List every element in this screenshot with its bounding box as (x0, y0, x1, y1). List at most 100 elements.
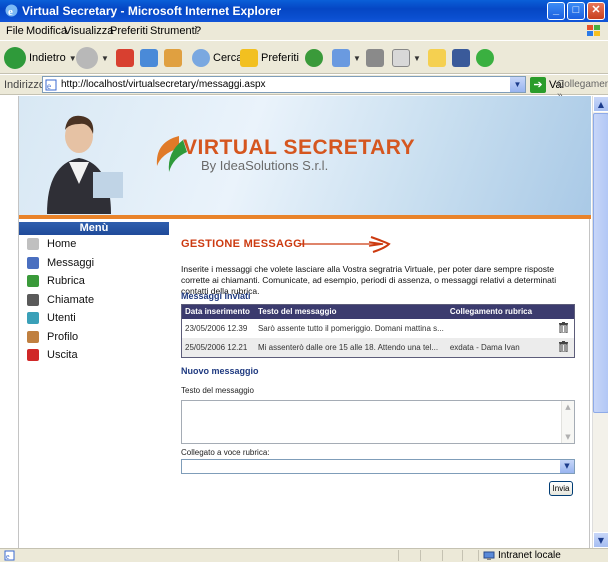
research-button[interactable] (452, 47, 470, 69)
menu-visualizza[interactable]: Visualizza (64, 25, 113, 37)
stop-icon (116, 49, 134, 67)
address-dropdown-icon[interactable]: ▼ (510, 77, 525, 92)
refresh-icon (140, 49, 158, 67)
status-divider (420, 550, 421, 561)
users-icon (27, 312, 39, 325)
discuss-button[interactable] (428, 47, 446, 69)
scroll-up-icon[interactable]: ▲ (593, 96, 608, 112)
sidebar-item-chiamate[interactable]: Chiamate (19, 291, 169, 310)
menu-bar: File Modifica Visualizza Preferiti Strum… (0, 22, 608, 40)
sidebar-item-label: Utenti (47, 312, 76, 325)
scroll-up-icon[interactable]: ▲ (562, 401, 574, 413)
page-status-icon: e (4, 550, 15, 561)
cell-date: 25/05/2006 12.21 (181, 337, 255, 357)
main-content: GESTIONE MESSAGGI Inserite i messaggi ch… (171, 234, 589, 548)
stop-button[interactable] (116, 47, 134, 69)
site-banner: VIRTUAL SECRETARY By IdeaSolutions S.r.l… (19, 96, 591, 218)
sidebar-item-utenti[interactable]: Utenti (19, 309, 169, 328)
back-button[interactable]: Indietro ▼ (4, 47, 77, 69)
status-divider (398, 550, 399, 561)
favorites-button[interactable]: Preferiti (240, 47, 299, 69)
security-zone-label: Intranet locale (498, 550, 561, 561)
page-icon: e (45, 79, 57, 91)
svg-text:e: e (6, 552, 10, 561)
home-page-icon (164, 49, 182, 67)
send-button[interactable]: Invia (549, 481, 573, 496)
forward-dropdown-icon: ▼ (101, 53, 109, 63)
delete-button[interactable] (552, 337, 575, 357)
message-text-label: Testo del messaggio (181, 386, 254, 395)
menu-header: Menù (19, 222, 169, 235)
sidebar-item-label: Messaggi (47, 256, 95, 269)
sidebar-item-home[interactable]: Home (19, 235, 169, 254)
menu-preferiti[interactable]: Preferiti (110, 25, 148, 37)
sidebar-item-profilo[interactable]: Profilo (19, 328, 169, 347)
site-container: VIRTUAL SECRETARY By IdeaSolutions S.r.l… (18, 96, 591, 548)
favorites-label: Preferiti (261, 52, 299, 64)
menu-modifica[interactable]: Modifica (26, 25, 67, 37)
new-message-heading: Nuovo messaggio (181, 366, 259, 376)
back-label: Indietro (29, 52, 66, 64)
messenger-button[interactable] (476, 47, 494, 69)
mail-button[interactable]: ▼ (332, 47, 361, 69)
scroll-down-icon[interactable]: ▼ (593, 532, 608, 548)
media-button[interactable] (305, 47, 323, 69)
select-dropdown-icon[interactable]: ▼ (560, 460, 574, 473)
intranet-zone-icon (483, 551, 495, 560)
messenger-icon (476, 49, 494, 67)
browser-toolbar: Indietro ▼ ▼ Cerca Preferiti ▼ ▼ (0, 40, 608, 74)
edit-button[interactable]: ▼ (392, 47, 421, 69)
sidebar-menu: Menù Home Messaggi Rubrica Chiamate Uten… (19, 222, 169, 548)
status-divider (478, 550, 479, 561)
home-button[interactable] (164, 47, 182, 69)
svg-text:e: e (8, 6, 13, 18)
search-label: Cerca (213, 52, 243, 64)
column-header-text: Testo del messaggio (254, 304, 447, 319)
table-header-row: Data inserimento Testo del messaggio Col… (181, 304, 575, 319)
addressbook-link-label: Collegato a voce rubrica: (181, 448, 270, 457)
edit-icon (392, 49, 410, 67)
search-icon (192, 49, 210, 67)
delete-button[interactable] (552, 318, 575, 338)
table-row[interactable]: 23/05/2006 12.39 Sarò assente tutto il p… (181, 318, 575, 338)
windows-flag-icon (587, 25, 600, 36)
minimize-button[interactable]: _ (547, 2, 565, 20)
sidebar-item-rubrica[interactable]: Rubrica (19, 272, 169, 291)
menu-file[interactable]: File (6, 25, 24, 37)
cell-link (446, 318, 553, 338)
refresh-button[interactable] (140, 47, 158, 69)
trash-icon (558, 321, 568, 333)
print-button[interactable] (366, 47, 384, 69)
textarea-scrollbar[interactable]: ▲ ▼ (561, 401, 574, 443)
profile-icon (27, 330, 39, 343)
search-button[interactable]: Cerca (192, 47, 242, 69)
trash-icon (558, 340, 568, 352)
address-input[interactable]: e http://localhost/virtualsecretary/mess… (42, 76, 526, 93)
businesswoman-photo (47, 115, 123, 214)
maximize-button[interactable]: □ (567, 2, 585, 20)
page-title: GESTIONE MESSAGGI (181, 238, 306, 250)
table-row[interactable]: 25/05/2006 12.21 Mi assenterò dalle ore … (181, 337, 575, 357)
menu-strumenti[interactable]: Strumenti (150, 25, 197, 37)
status-bar: e Intranet locale (0, 548, 608, 562)
forward-button[interactable]: ▼ (76, 47, 109, 69)
sidebar-item-uscita[interactable]: Uscita (19, 346, 169, 365)
addressbook-select[interactable]: ▼ (181, 459, 575, 474)
status-divider (462, 550, 463, 561)
mail-icon (332, 49, 350, 67)
sidebar-item-messaggi[interactable]: Messaggi (19, 254, 169, 273)
scroll-down-icon[interactable]: ▼ (562, 431, 574, 443)
column-header-link: Collegamento rubrica (446, 304, 553, 319)
title-arrow-icon (301, 236, 391, 253)
scrollbar-thumb[interactable] (593, 113, 608, 413)
close-button[interactable]: ✕ (587, 2, 605, 20)
message-textarea[interactable]: ▲ ▼ (181, 400, 575, 444)
menu-help[interactable]: ? (195, 25, 201, 37)
banner-accent-strip (19, 215, 591, 219)
address-label: Indirizzo (4, 79, 45, 91)
cell-link: exdata - Dama Ivan (446, 337, 553, 357)
sidebar-item-label: Rubrica (47, 275, 85, 288)
column-header-date: Data inserimento (181, 304, 255, 319)
cell-text: Mi assenterò dalle ore 15 alle 18. Atten… (254, 337, 447, 357)
page-scrollbar[interactable]: ▲ ▼ (592, 96, 608, 548)
